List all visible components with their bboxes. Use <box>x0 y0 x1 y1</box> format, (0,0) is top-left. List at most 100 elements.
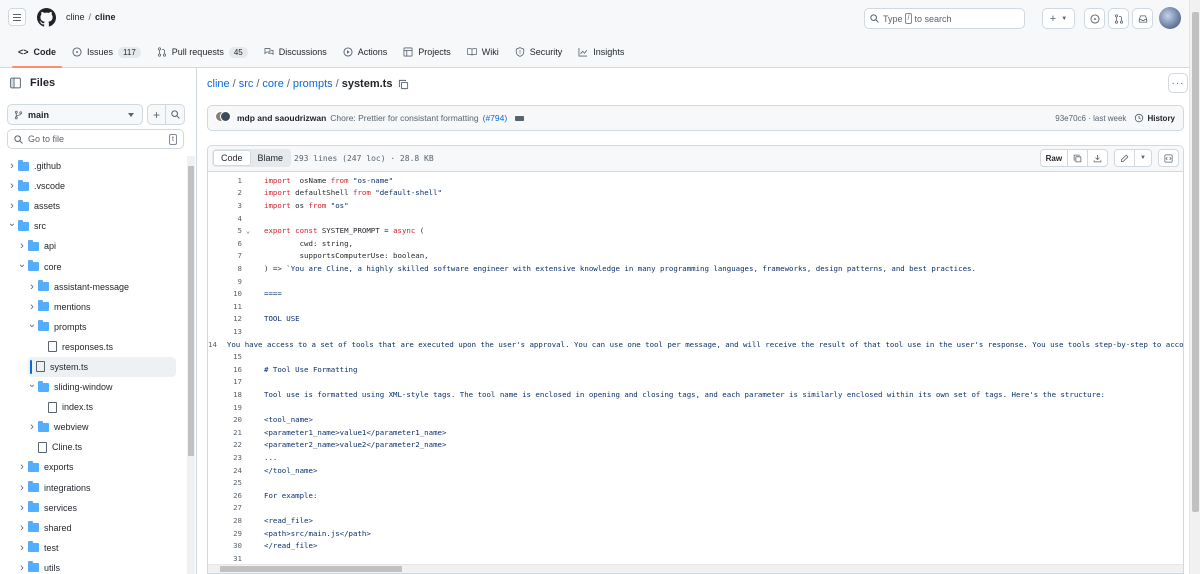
breadcrumb-core[interactable]: core <box>262 78 283 90</box>
repo-link[interactable]: cline <box>95 12 116 22</box>
tree-folder[interactable]: ⌄ sliding-window <box>0 377 186 397</box>
sidebar-scrollbar[interactable] <box>187 156 195 574</box>
edit-dropdown-button[interactable]: ▼ <box>1134 150 1151 166</box>
tree-folder[interactable]: › assets <box>0 196 186 216</box>
line-number[interactable]: 30 <box>208 541 242 550</box>
line-number[interactable]: 27 <box>208 503 242 512</box>
chevron-right-icon[interactable]: › <box>16 461 28 473</box>
tree-folder[interactable]: ⌄ src <box>0 216 186 236</box>
edit-button[interactable] <box>1115 150 1134 166</box>
line-number[interactable]: 6 <box>208 239 242 248</box>
tree-folder[interactable]: › assistant-message <box>0 277 186 297</box>
ellipsis-icon[interactable] <box>515 115 525 121</box>
tab-security[interactable]: Security <box>507 37 571 67</box>
tree-folder[interactable]: › api <box>0 236 186 256</box>
commit-authors[interactable]: mdp and saoudrizwan <box>237 113 326 123</box>
tab-issues[interactable]: Issues 117 <box>64 37 149 67</box>
download-button[interactable] <box>1087 150 1107 166</box>
commit-sha-time[interactable]: 93e70c6 · last week <box>1055 114 1126 123</box>
tree-folder[interactable]: › services <box>0 498 186 518</box>
tab-projects[interactable]: Projects <box>395 37 459 67</box>
scrollbar-thumb[interactable] <box>1192 12 1199 512</box>
tree-folder[interactable]: › exports <box>0 457 186 477</box>
add-file-button[interactable]: + <box>147 104 166 125</box>
line-number[interactable]: 4 <box>208 214 242 223</box>
tree-file[interactable]: Cline.ts <box>0 437 186 457</box>
line-number[interactable]: 25 <box>208 478 242 487</box>
tree-folder[interactable]: › mentions <box>0 297 186 317</box>
line-number[interactable]: 5 <box>208 226 242 235</box>
breadcrumb-repo[interactable]: cline <box>207 78 230 90</box>
menu-button[interactable] <box>8 8 26 26</box>
tab-actions[interactable]: Actions <box>335 37 396 67</box>
tree-folder[interactable]: ⌄ core <box>0 256 186 276</box>
line-number[interactable]: 22 <box>208 440 242 449</box>
chevron-right-icon[interactable]: › <box>16 522 28 534</box>
tab-pull-requests[interactable]: Pull requests 45 <box>149 37 256 67</box>
line-number[interactable]: 18 <box>208 390 242 399</box>
history-button[interactable]: History <box>1134 113 1175 123</box>
chevron-down-icon[interactable]: ⌄ <box>26 379 38 390</box>
go-to-file-input[interactable]: Go to file t <box>7 129 184 149</box>
tree-folder[interactable]: › shared <box>0 518 186 538</box>
line-number[interactable]: 19 <box>208 403 242 412</box>
line-number[interactable]: 11 <box>208 302 242 311</box>
line-number[interactable]: 1 <box>208 176 242 185</box>
line-number[interactable]: 3 <box>208 201 242 210</box>
tree-file[interactable]: system.ts <box>28 356 176 378</box>
line-number[interactable]: 16 <box>208 365 242 374</box>
line-number[interactable]: 17 <box>208 377 242 386</box>
chevron-right-icon[interactable]: › <box>16 562 28 574</box>
scrollbar-thumb[interactable] <box>220 566 402 572</box>
sidebar-collapse-icon[interactable] <box>9 77 22 89</box>
tree-folder[interactable]: › .github <box>0 156 186 176</box>
chevron-right-icon[interactable]: › <box>16 542 28 554</box>
commit-avatars[interactable] <box>215 111 231 125</box>
line-number[interactable]: 15 <box>208 352 242 361</box>
line-number[interactable]: 21 <box>208 428 242 437</box>
github-logo-icon[interactable] <box>37 8 56 27</box>
symbols-panel-button[interactable] <box>1159 150 1178 166</box>
line-number[interactable]: 14 <box>208 340 217 349</box>
more-options-button[interactable]: ··· <box>1168 73 1188 93</box>
tree-folder[interactable]: ⌄ prompts <box>0 317 186 337</box>
chevron-right-icon[interactable]: › <box>6 200 18 212</box>
chevron-down-icon[interactable]: ⌄ <box>26 319 38 330</box>
line-number[interactable]: 20 <box>208 415 242 424</box>
tab-code[interactable]: <> Code <box>10 37 64 68</box>
tree-folder[interactable]: › test <box>0 538 186 558</box>
chevron-right-icon[interactable]: › <box>16 482 28 494</box>
line-number[interactable]: 31 <box>208 554 242 563</box>
copy-raw-button[interactable] <box>1067 150 1087 166</box>
line-number[interactable]: 8 <box>208 264 242 273</box>
chevron-right-icon[interactable]: › <box>6 160 18 172</box>
tree-folder[interactable]: › integrations <box>0 478 186 498</box>
line-number[interactable]: 9 <box>208 277 242 286</box>
code-view-button[interactable]: Code <box>213 150 251 166</box>
line-number[interactable]: 28 <box>208 516 242 525</box>
line-number[interactable]: 29 <box>208 529 242 538</box>
chevron-down-icon[interactable]: ⌄ <box>6 218 18 229</box>
chevron-right-icon[interactable]: › <box>26 281 38 293</box>
page-scrollbar[interactable] <box>1189 0 1200 574</box>
tree-file[interactable]: index.ts <box>0 397 186 417</box>
copy-icon[interactable] <box>398 79 409 90</box>
tree-folder[interactable]: › webview <box>0 417 186 437</box>
inbox-button[interactable] <box>1132 8 1153 29</box>
horizontal-scrollbar[interactable] <box>208 564 1183 573</box>
tree-folder[interactable]: › .vscode <box>0 176 186 196</box>
create-new-button[interactable]: + ▼ <box>1042 8 1075 29</box>
chevron-right-icon[interactable]: › <box>16 240 28 252</box>
search-files-button[interactable] <box>166 104 185 125</box>
line-number[interactable]: 23 <box>208 453 242 462</box>
chevron-right-icon[interactable]: › <box>16 502 28 514</box>
breadcrumb-src[interactable]: src <box>239 78 254 90</box>
line-number[interactable]: 13 <box>208 327 242 336</box>
chevron-right-icon[interactable]: › <box>26 421 38 433</box>
user-avatar[interactable] <box>1159 7 1181 29</box>
global-search-input[interactable]: Type / to search <box>864 8 1025 29</box>
blame-view-button[interactable]: Blame <box>251 150 291 166</box>
tree-file[interactable]: responses.ts <box>0 337 186 357</box>
fold-chevron-icon[interactable]: ⌄ <box>242 227 254 235</box>
tab-wiki[interactable]: Wiki <box>459 37 507 67</box>
